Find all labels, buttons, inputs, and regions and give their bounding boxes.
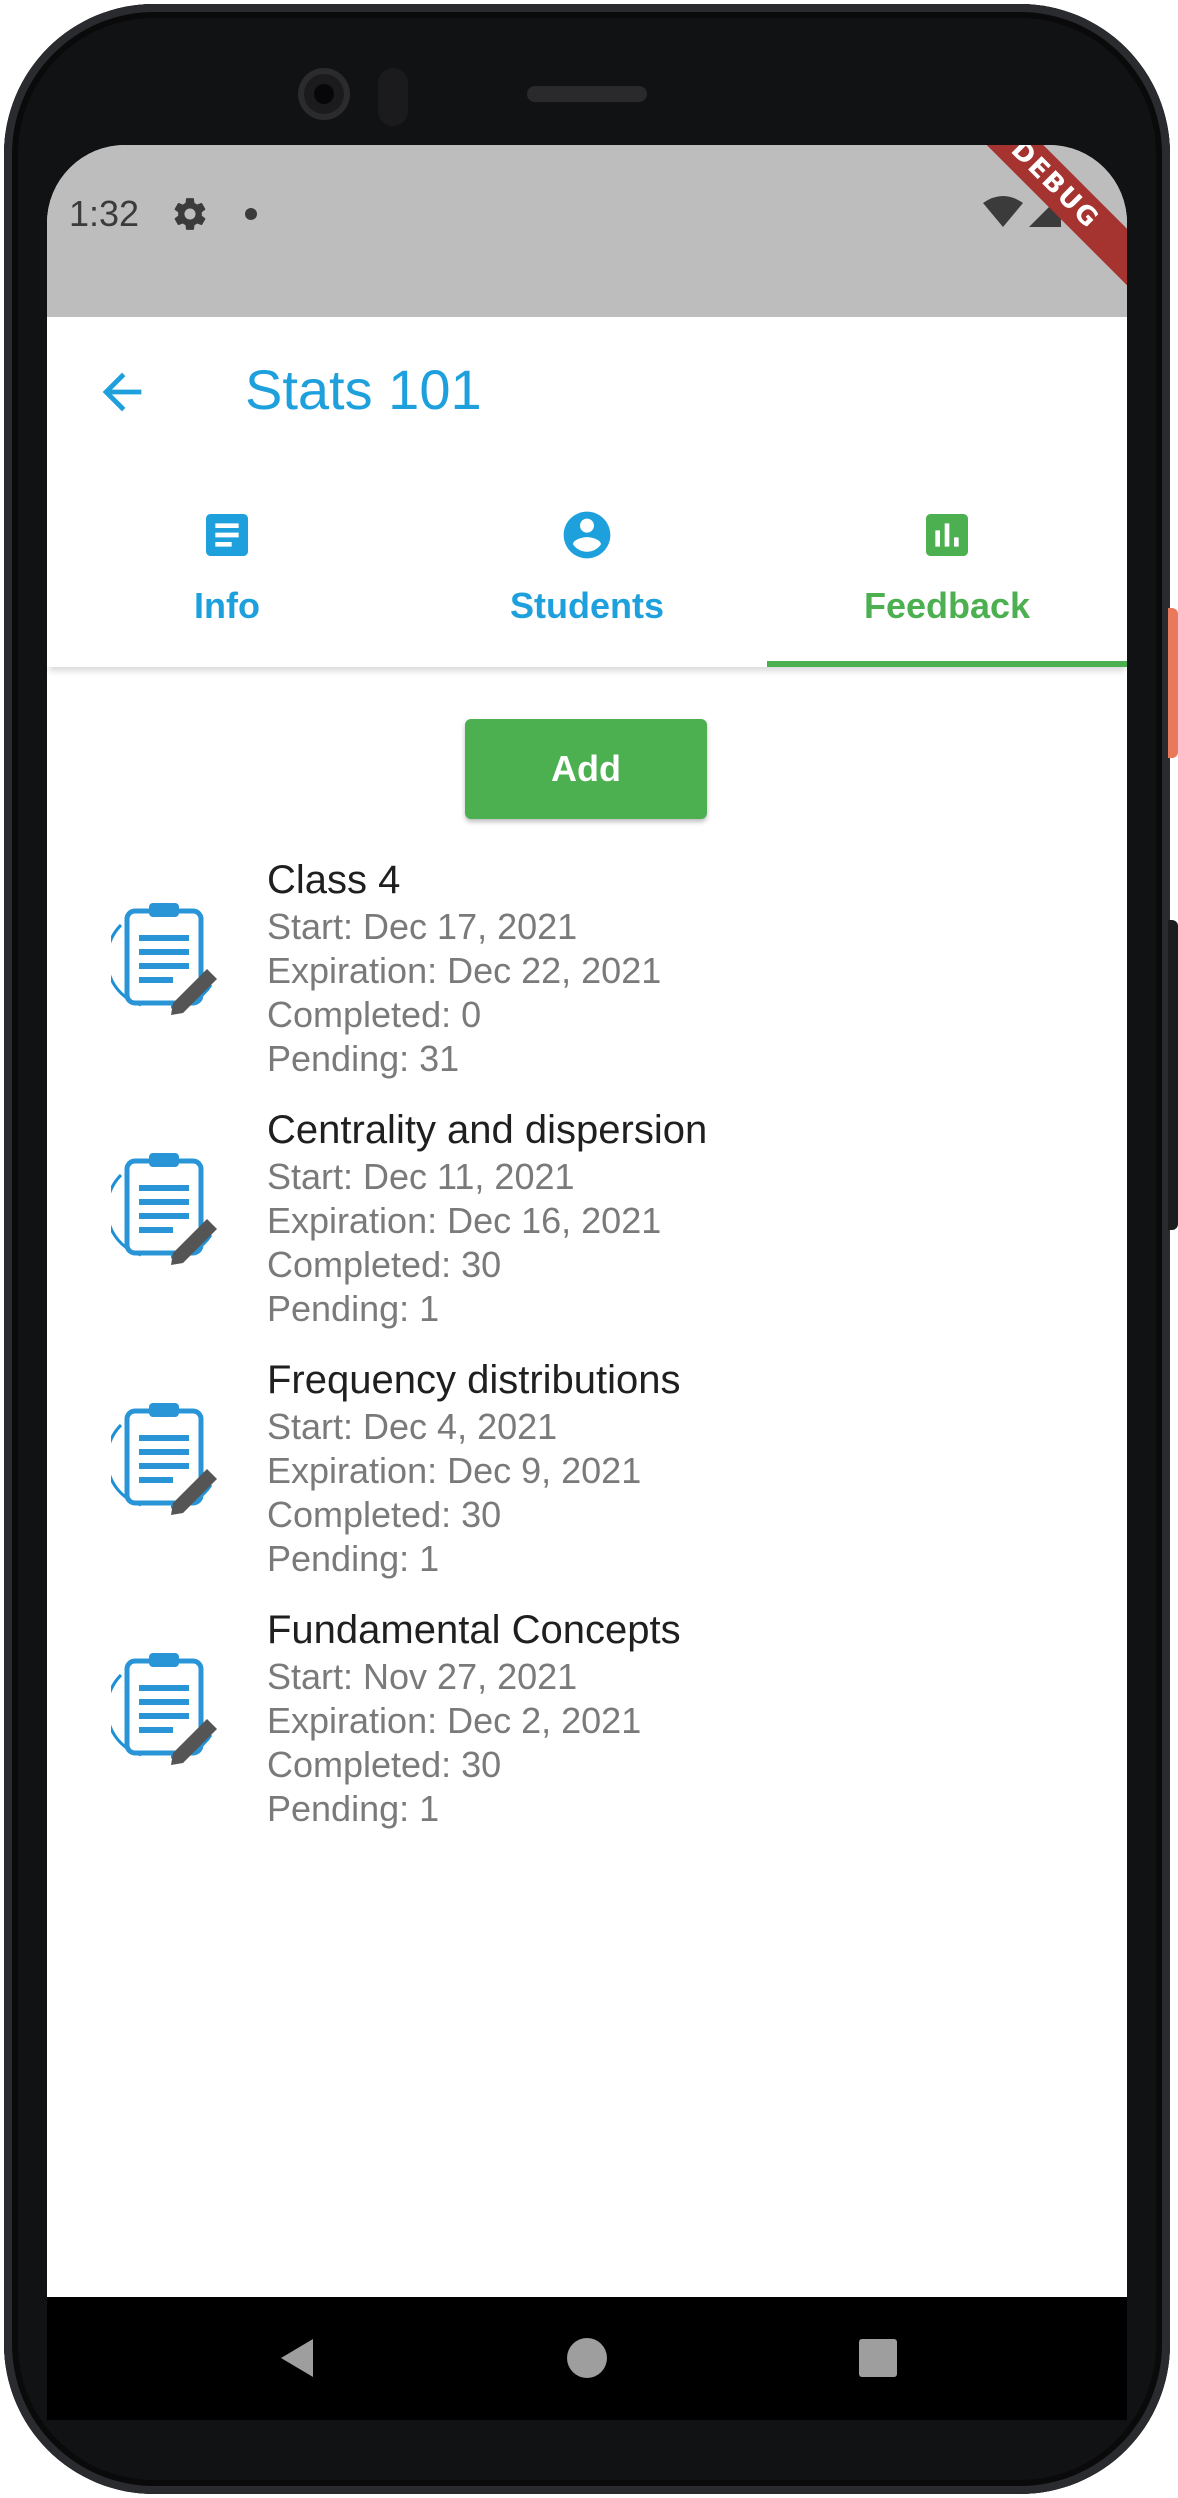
item-completed: Completed: 30: [267, 1494, 502, 1535]
item-pending: Pending: 31: [267, 1038, 460, 1079]
list-item[interactable]: Frequency distributions Start: Dec 4, 20…: [47, 1355, 1127, 1605]
item-title: Frequency distributions: [267, 1358, 681, 1402]
screen: 1:32 DEBUG Stats 101 Info Students Feedb…: [47, 145, 1127, 2297]
list-item[interactable]: Fundamental Concepts Start: Nov 27, 2021…: [47, 1605, 1127, 1855]
item-text: Class 4 Start: Dec 17, 2021 Expiration: …: [267, 855, 661, 1081]
clipboard-edit-icon: [111, 1653, 217, 1765]
item-start: Start: Nov 27, 2021: [267, 1656, 578, 1697]
bar-chart-icon: [926, 514, 968, 556]
item-text: Fundamental Concepts Start: Nov 27, 2021…: [267, 1605, 681, 1831]
item-expiration: Expiration: Dec 9, 2021: [267, 1450, 642, 1491]
gear-icon: [174, 198, 206, 230]
status-time: 1:32: [69, 193, 140, 234]
app-bar: Stats 101: [47, 317, 1127, 467]
item-pending: Pending: 1: [267, 1288, 440, 1329]
system-nav-bar: [47, 2297, 1127, 2420]
status-bar: 1:32 DEBUG: [47, 145, 1127, 317]
tab-feedback-label: Feedback: [863, 585, 1031, 626]
earpiece-speaker: [527, 86, 647, 102]
wifi-icon: [983, 196, 1023, 227]
page-title: Stats 101: [245, 358, 482, 421]
item-expiration: Expiration: Dec 22, 2021: [267, 950, 662, 991]
item-start: Start: Dec 11, 2021: [267, 1156, 575, 1197]
volume-button: [1168, 920, 1178, 1230]
tab-info-label: Info: [194, 585, 260, 626]
power-button: [1168, 608, 1178, 758]
recents-square-icon[interactable]: [851, 2331, 905, 2385]
item-start: Start: Dec 4, 2021: [267, 1406, 558, 1447]
item-title: Centrality and dispersion: [267, 1108, 708, 1152]
tab-info[interactable]: Info: [47, 467, 407, 667]
item-expiration: Expiration: Dec 2, 2021: [267, 1700, 642, 1741]
item-title: Class 4: [267, 858, 401, 902]
arrow-back-icon[interactable]: [93, 363, 151, 421]
item-completed: Completed: 30: [267, 1244, 502, 1285]
item-text: Frequency distributions Start: Dec 4, 20…: [267, 1355, 681, 1581]
clipboard-edit-icon: [111, 1153, 217, 1265]
clipboard-edit-icon: [111, 1403, 217, 1515]
item-completed: Completed: 30: [267, 1744, 502, 1785]
tab-selected-indicator: [767, 661, 1127, 667]
tab-bar: Info Students Feedback: [47, 467, 1127, 667]
item-start: Start: Dec 17, 2021: [267, 906, 578, 947]
home-circle-icon[interactable]: [560, 2331, 614, 2385]
item-expiration: Expiration: Dec 16, 2021: [267, 1200, 662, 1241]
item-completed: Completed: 0: [267, 994, 482, 1035]
item-text: Centrality and dispersion Start: Dec 11,…: [267, 1105, 707, 1331]
document-icon: [206, 514, 248, 556]
list-item[interactable]: Class 4 Start: Dec 17, 2021 Expiration: …: [47, 855, 1127, 1105]
proximity-sensor: [378, 68, 408, 126]
back-triangle-icon[interactable]: [269, 2331, 323, 2385]
item-pending: Pending: 1: [267, 1538, 440, 1579]
tab-feedback[interactable]: Feedback: [767, 467, 1127, 667]
notification-dot-icon: [245, 208, 257, 220]
clipboard-edit-icon: [111, 903, 217, 1015]
list-item[interactable]: Centrality and dispersion Start: Dec 11,…: [47, 1105, 1127, 1355]
add-button[interactable]: Add: [465, 719, 707, 819]
tab-students-label: Students: [509, 585, 664, 626]
front-camera: [298, 68, 350, 120]
account-circle-icon: [563, 511, 611, 559]
tab-students[interactable]: Students: [407, 467, 767, 667]
item-title: Fundamental Concepts: [267, 1608, 681, 1652]
item-pending: Pending: 1: [267, 1788, 440, 1829]
